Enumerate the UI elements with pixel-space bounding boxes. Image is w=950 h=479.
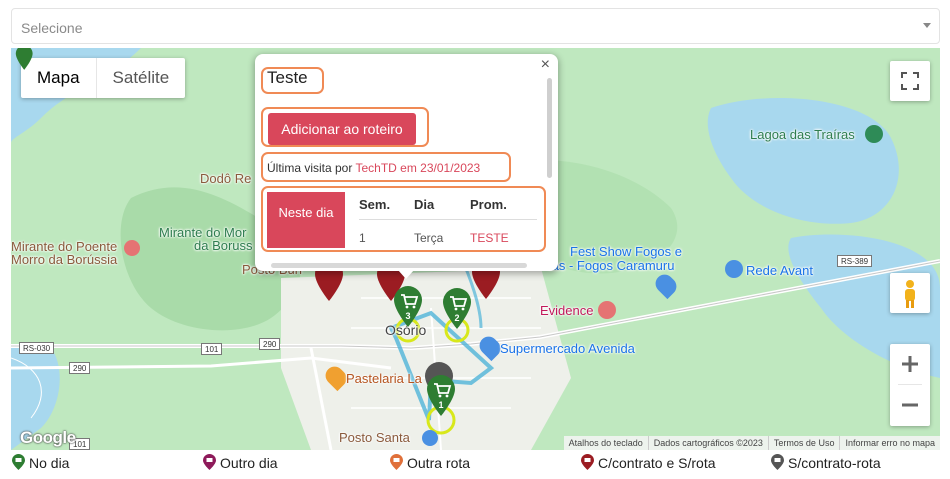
purple-pin-icon [203,454,216,470]
legend-label: No dia [29,454,70,471]
plus-icon [902,356,918,372]
last-visit-user-date: TechTD em 23/01/2023 [355,161,481,175]
map-label-evidence: Evidence [540,303,594,318]
table-cell: 1 [359,231,366,245]
map-data-text: Dados cartográficos ©2023 [647,436,768,450]
hotel-icon [598,301,616,319]
map-label-morro: Morro da Borússia [11,252,118,267]
last-visit-text: Última visita por TechTD em 23/01/2023 [267,161,480,175]
zoom-control [890,344,930,426]
pin-today[interactable]: 2 [440,286,474,330]
popup-title: Teste [267,68,308,87]
today-badge: Neste dia [267,192,345,248]
fullscreen-button[interactable] [890,61,930,101]
fullscreen-icon [901,72,919,90]
map-label-rede-avant: Rede Avant [746,263,813,278]
minus-icon [902,403,918,407]
info-window-tail [398,270,414,279]
gas-station-icon [725,260,743,278]
map[interactable]: Lagoa das Traíras Dodô Re Mirante do Poe… [11,48,940,450]
popup-vertical-scrollbar[interactable] [547,78,552,178]
last-visit-prefix: Última visita por [267,161,356,175]
park-icon [865,125,883,143]
road-shield-rs030: RS-030 [19,342,55,354]
table-cell[interactable]: TESTE [470,231,509,245]
map-label-fogos-caramuru: tas - Fogos Caramuru [548,258,675,273]
map-label-pastelaria: Pastelaria La [346,371,422,386]
map-type-satellite-button[interactable]: Satélite [97,58,186,98]
legend-item-other-route: Outra rota [389,454,470,471]
hotel-icon [124,240,140,256]
legend-label: Outro dia [220,454,278,471]
terms-link[interactable]: Termos de Uso [767,436,840,450]
table-divider [359,219,537,220]
table-header: Prom. [470,197,507,212]
pin-today[interactable] [14,48,34,70]
table-header: Sem. [359,197,391,212]
route-select-placeholder: Selecione [21,20,83,36]
report-error-link[interactable]: Informar erro no mapa [839,436,940,450]
add-to-route-button[interactable]: Adicionar ao roteiro [268,113,416,145]
chevron-down-icon [923,23,931,28]
map-label-lagoa: Lagoa das Traíras [750,127,855,142]
info-window: × Teste Adicionar ao roteiro Última visi… [255,54,558,279]
legend-label: Outra rota [407,454,471,471]
legend-label: S/contrato-rota [788,454,881,471]
road-shield-290-b: 290 [69,362,91,374]
legend-item-other-day: Outro dia [202,454,278,471]
legend-item-today: No dia [11,454,69,471]
street-view-pegman[interactable] [890,273,930,313]
close-icon[interactable]: × [541,56,550,74]
pin-today[interactable]: 1 [424,373,458,417]
google-logo[interactable]: Google [20,428,76,448]
popup-horizontal-scrollbar[interactable] [271,263,527,268]
legend: No dia Outro dia Outra rota C/contrato e… [0,452,950,474]
gray-pin-icon [771,454,784,470]
pin-number: 2 [454,313,460,323]
zoom-in-button[interactable] [890,344,930,384]
gas-station-icon [422,430,438,446]
keyboard-shortcuts-link[interactable]: Atalhos do teclado [564,436,648,450]
road-shield-101: 101 [201,343,223,355]
map-label-dodo: Dodô Re [200,171,252,186]
pin-number: 1 [438,400,444,410]
orange-pin-icon [390,454,403,470]
legend-item-no-contract: S/contrato-rota [770,454,881,471]
road-shield-290: 290 [259,338,281,350]
map-label-da-boruss: da Boruss [194,238,253,253]
route-select[interactable]: Selecione [11,8,940,44]
map-label-supermercado: Supermercado Avenida [500,341,635,356]
dark-red-pin-icon [581,454,594,470]
green-pin-icon [12,454,25,470]
legend-item-contract-no-route: C/contrato e S/rota [580,454,716,471]
zoom-out-button[interactable] [890,385,930,425]
table-header: Dia [414,197,435,212]
pin-number: 3 [405,311,411,321]
map-label-posto-santa: Posto Santa [339,430,410,445]
pegman-icon [905,280,915,308]
road-shield-rs389: RS-389 [837,255,873,267]
table-cell: Terça [414,231,444,245]
pin-today[interactable]: 3 [391,284,425,328]
map-attribution: Atalhos do teclado Dados cartográficos ©… [563,436,940,450]
app-root: Selecione Lagoa das Traíras Dodô Re Mira… [0,0,950,479]
map-type-control: Mapa Satélite [21,58,186,98]
legend-label: C/contrato e S/rota [598,454,716,471]
